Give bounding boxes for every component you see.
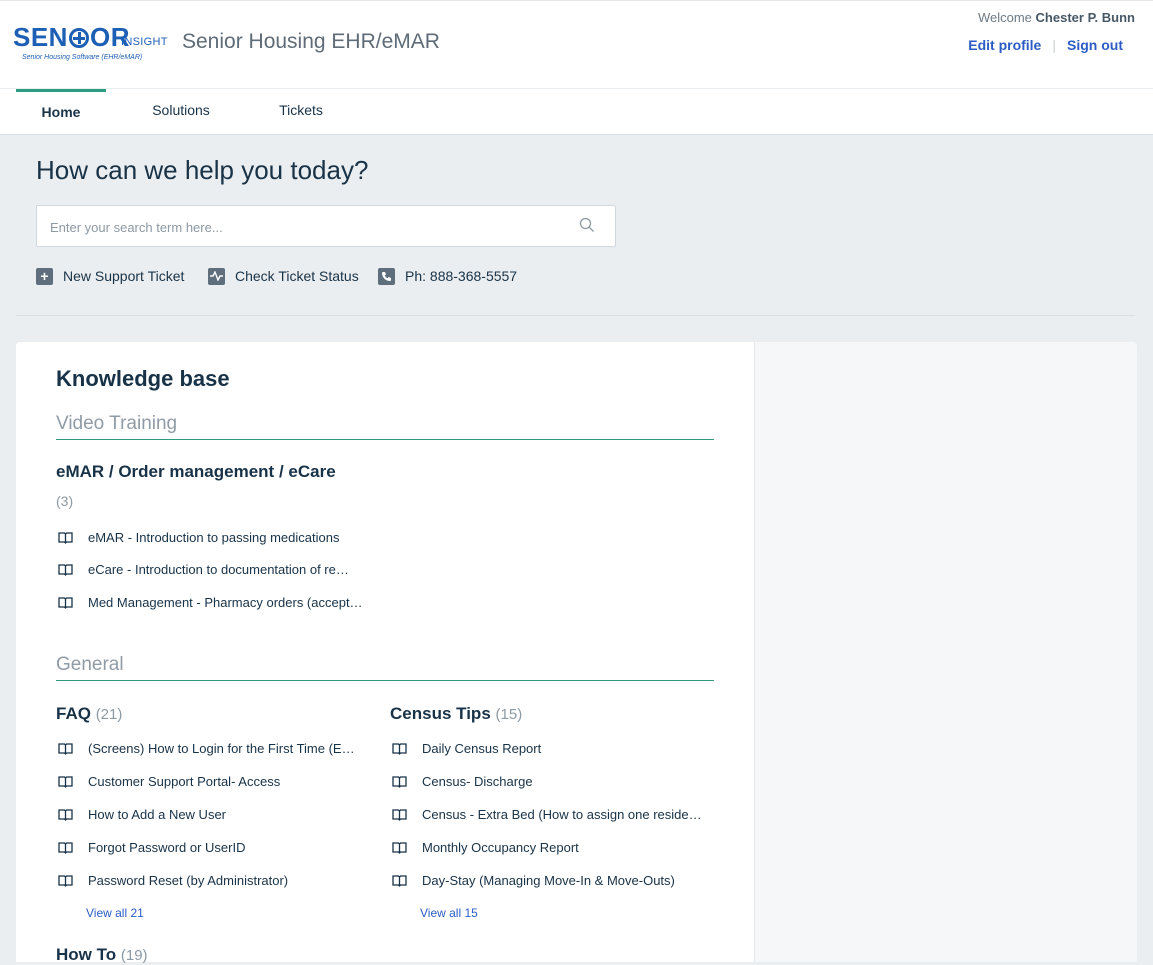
category-faq-count: (21): [95, 706, 123, 723]
article-label: How to Add a New User: [88, 807, 227, 822]
article-link[interactable]: Monthly Occupancy Report: [392, 840, 579, 855]
article-label: Daily Census Report: [422, 741, 542, 756]
category-census-tips-title[interactable]: Census Tips (15): [390, 704, 522, 724]
logo-wordmark-left: SEN: [13, 22, 68, 52]
pulse-icon: [208, 267, 225, 285]
article-label: Forgot Password or UserID: [88, 840, 246, 855]
book-icon: [58, 597, 73, 609]
book-icon: [58, 532, 73, 544]
article-link[interactable]: (Screens) How to Login for the First Tim…: [58, 741, 355, 756]
category-faq-name: FAQ: [56, 704, 91, 723]
article-link[interactable]: Customer Support Portal- Access: [58, 774, 280, 789]
category-census-count: (15): [495, 706, 523, 723]
search-box: [36, 205, 616, 248]
section-general: General: [56, 654, 714, 681]
article-link[interactable]: Password Reset (by Administrator): [58, 873, 288, 888]
kb-title: Knowledge base: [56, 366, 230, 391]
category-how-to-count: (19): [120, 947, 148, 964]
article-label: Census- Discharge: [422, 774, 533, 789]
view-all-census-link[interactable]: View all 15: [420, 906, 478, 920]
user-links: Edit profile | Sign out: [968, 37, 1123, 53]
category-census-name: Census Tips: [390, 704, 491, 723]
article-label: eMAR - Introduction to passing medicatio…: [88, 530, 340, 545]
welcome-text: Welcome Chester P. Bunn: [978, 10, 1135, 25]
search-input[interactable]: [37, 206, 572, 248]
knowledge-base-card: Knowledge base Video Training eMAR / Ord…: [16, 342, 754, 965]
link-separator: |: [1052, 37, 1056, 53]
article-link[interactable]: Med Management - Pharmacy orders (accept…: [58, 595, 363, 610]
phone-label: Ph: 888-368-5557: [405, 268, 518, 284]
article-link[interactable]: Forgot Password or UserID: [58, 840, 246, 855]
check-status-label: Check Ticket Status: [235, 268, 359, 284]
book-icon: [392, 875, 407, 887]
book-icon: [392, 743, 407, 755]
article-link[interactable]: Census- Discharge: [392, 774, 533, 789]
article-label: Password Reset (by Administrator): [88, 873, 289, 888]
category-how-to-name: How To: [56, 945, 117, 964]
check-ticket-status-link[interactable]: Check Ticket Status: [208, 266, 359, 286]
category-how-to-title[interactable]: How To (19): [56, 945, 148, 965]
portal-header: SEN OR INSIGHT Senior Housing Software (E…: [0, 0, 1153, 88]
article-link[interactable]: Census - Extra Bed (How to assign one re…: [392, 807, 702, 822]
phone-icon: [378, 267, 395, 285]
sign-out-link[interactable]: Sign out: [1067, 37, 1123, 53]
book-icon: [58, 875, 73, 887]
article-label: Customer Support Portal- Access: [88, 774, 281, 789]
tab-home[interactable]: Home: [16, 89, 106, 137]
article-label: (Screens) How to Login for the First Tim…: [88, 741, 355, 756]
category-faq-title[interactable]: FAQ (21): [56, 704, 122, 724]
main-nav: Home Solutions Tickets: [0, 88, 1153, 135]
edit-profile-link[interactable]: Edit profile: [968, 37, 1041, 53]
book-icon: [58, 564, 73, 576]
book-icon: [392, 809, 407, 821]
portal-title: Senior Housing EHR/eMAR: [182, 30, 440, 53]
category-emar-count: (3): [56, 493, 74, 509]
article-link[interactable]: Daily Census Report: [392, 741, 541, 756]
help-heading: How can we help you today?: [36, 155, 369, 185]
hero-divider: [16, 315, 1135, 316]
book-icon: [58, 842, 73, 854]
article-link[interactable]: How to Add a New User: [58, 807, 226, 822]
logo-sub: INSIGHT: [121, 36, 168, 48]
book-icon: [392, 842, 407, 854]
article-label: Med Management - Pharmacy orders (accept…: [88, 595, 363, 610]
new-support-ticket-link[interactable]: + New Support Ticket: [36, 266, 184, 286]
welcome-label: Welcome: [977, 10, 1032, 25]
article-label: Census - Extra Bed (How to assign one re…: [422, 807, 702, 822]
article-link[interactable]: Day-Stay (Managing Move-In & Move-Outs): [392, 873, 675, 888]
category-emar-title[interactable]: eMAR / Order management / eCare: [56, 462, 336, 482]
book-icon: [58, 776, 73, 788]
sidebar-panel: [754, 342, 1137, 962]
senior-insight-logo[interactable]: SEN OR INSIGHT Senior Housing Software (E…: [13, 23, 173, 67]
new-ticket-label: New Support Ticket: [63, 268, 185, 284]
tab-tickets[interactable]: Tickets: [256, 89, 346, 134]
logo-cross-icon: [68, 28, 89, 48]
book-icon: [58, 809, 73, 821]
logo-tagline: Senior Housing Software (EHR/eMAR): [22, 54, 143, 61]
book-icon: [58, 743, 73, 755]
article-link[interactable]: eMAR - Introduction to passing medicatio…: [58, 530, 339, 545]
search-icon[interactable]: [579, 217, 595, 233]
phone-link[interactable]: Ph: 888-368-5557: [378, 266, 517, 286]
article-label: Monthly Occupancy Report: [422, 840, 579, 855]
article-link[interactable]: eCare - Introduction to documentation of…: [58, 562, 349, 577]
article-label: Day-Stay (Managing Move-In & Move-Outs): [422, 873, 675, 888]
tab-solutions[interactable]: Solutions: [136, 89, 226, 134]
article-label: eCare - Introduction to documentation of…: [88, 562, 349, 577]
view-all-faq-link[interactable]: View all 21: [86, 906, 144, 920]
user-name: Chester P. Bunn: [1035, 10, 1135, 25]
section-video-training: Video Training: [56, 413, 714, 440]
logo-wordmark: SEN OR: [13, 23, 130, 51]
book-icon: [392, 776, 407, 788]
plus-icon: +: [36, 267, 53, 285]
